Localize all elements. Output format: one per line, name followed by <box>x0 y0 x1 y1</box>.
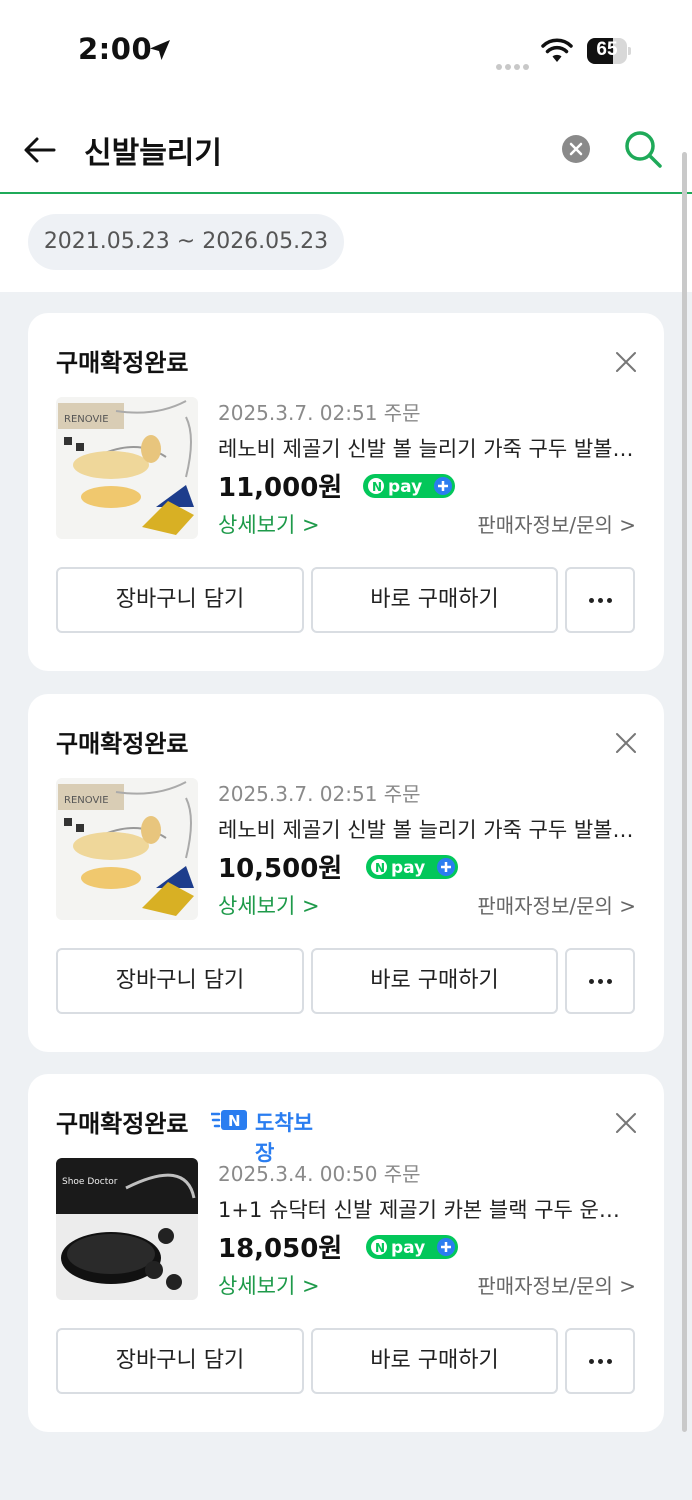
close-icon[interactable] <box>615 351 637 373</box>
order-date: 2025.3.4. 00:50 주문 <box>218 1162 421 1186</box>
buy-now-button[interactable]: 바로 구매하기 <box>311 1328 558 1394</box>
npay-plus-badge: N pay <box>363 474 455 498</box>
seller-info-link[interactable]: 판매자정보/문의 > <box>477 890 636 919</box>
order-status: 구매확정완료 <box>56 1110 189 1138</box>
delivery-guarantee-badge: N 도착보장 <box>211 1106 331 1165</box>
npay-plus-badge: N pay <box>366 1235 458 1259</box>
detail-link[interactable]: 상세보기 > <box>218 509 320 539</box>
buy-now-button[interactable]: 바로 구매하기 <box>311 948 558 1014</box>
npay-label: pay <box>388 477 422 497</box>
order-status: 구매확정완료 <box>56 349 189 377</box>
product-image[interactable]: Shoe Doctor <box>56 1158 198 1300</box>
product-box-text: RENOVIE <box>64 795 109 806</box>
seller-info-link[interactable]: 판매자정보/문의 > <box>477 509 636 538</box>
product-price: 10,500원 <box>218 854 343 884</box>
add-to-cart-button[interactable]: 장바구니 담기 <box>56 567 304 633</box>
product-price: 11,000원 <box>218 473 343 503</box>
scrollbar[interactable] <box>682 152 687 1432</box>
more-options-button[interactable] <box>565 948 635 1014</box>
search-input[interactable]: 신발늘리기 <box>84 128 222 172</box>
svg-text:N: N <box>372 480 382 494</box>
delivery-truck-icon: N <box>211 1110 247 1130</box>
battery-level: 65 <box>596 39 618 60</box>
date-range-filter[interactable]: 2021.05.23 ~ 2026.05.23 <box>28 214 344 270</box>
order-status: 구매확정완료 <box>56 730 189 758</box>
detail-link[interactable]: 상세보기 > <box>218 890 320 920</box>
search-icon[interactable] <box>622 128 664 170</box>
back-arrow-icon[interactable] <box>22 132 58 168</box>
detail-link[interactable]: 상세보기 > <box>218 1270 320 1300</box>
product-price: 18,050원 <box>218 1234 343 1264</box>
npay-label: pay <box>391 1238 425 1258</box>
search-bar: 신발늘리기 <box>0 110 692 194</box>
battery-icon: 65 <box>587 38 631 64</box>
order-card: 구매확정완료 RENOVIE 2025.3.7. 02:51 주문 레노비 제골… <box>28 694 664 1052</box>
seller-info-link[interactable]: 판매자정보/문의 > <box>477 1270 636 1299</box>
status-time: 2:00 <box>78 32 153 66</box>
product-name[interactable]: 1+1 슈닥터 신발 제골기 카본 블랙 구두 운동화 늘리기 <box>218 1194 638 1224</box>
location-arrow-icon <box>150 40 170 60</box>
clear-search-icon[interactable] <box>561 134 591 164</box>
buy-now-button[interactable]: 바로 구매하기 <box>311 567 558 633</box>
more-options-button[interactable] <box>565 1328 635 1394</box>
product-name[interactable]: 레노비 제골기 신발 볼 늘리기 가죽 구두 발볼 넓히기 <box>218 814 638 844</box>
cellular-signal-icon <box>496 55 532 70</box>
header-area: 2:00 65 신발늘리기 2021.05.23 ~ 2026.05.23 <box>0 0 692 292</box>
order-card: 구매확정완료 N 도착보장 Shoe Doctor 2025.3.4. 00:5… <box>28 1074 664 1432</box>
product-image[interactable]: RENOVIE <box>56 397 198 539</box>
status-bar: 2:00 65 <box>0 0 692 100</box>
svg-text:N: N <box>228 1112 241 1130</box>
product-box-text: Shoe Doctor <box>62 1177 118 1187</box>
close-icon[interactable] <box>615 732 637 754</box>
order-date: 2025.3.7. 02:51 주문 <box>218 401 421 425</box>
more-options-button[interactable] <box>565 567 635 633</box>
npay-plus-badge: N pay <box>366 855 458 879</box>
product-box-text: RENOVIE <box>64 414 109 425</box>
more-dots-icon <box>587 950 614 1012</box>
more-dots-icon <box>587 569 614 631</box>
add-to-cart-button[interactable]: 장바구니 담기 <box>56 1328 304 1394</box>
add-to-cart-button[interactable]: 장바구니 담기 <box>56 948 304 1014</box>
order-card: 구매확정완료 RENOVIE 2025.3.7. 02:51 주문 레노비 제골… <box>28 313 664 671</box>
wifi-icon <box>541 38 573 62</box>
product-image[interactable]: RENOVIE <box>56 778 198 920</box>
npay-label: pay <box>391 858 425 878</box>
product-name[interactable]: 레노비 제골기 신발 볼 늘리기 가죽 구두 발볼 넓히기 <box>218 433 638 463</box>
svg-text:N: N <box>375 861 385 875</box>
close-icon[interactable] <box>615 1112 637 1134</box>
more-dots-icon <box>587 1330 614 1392</box>
svg-text:N: N <box>375 1241 385 1255</box>
order-date: 2025.3.7. 02:51 주문 <box>218 782 421 806</box>
